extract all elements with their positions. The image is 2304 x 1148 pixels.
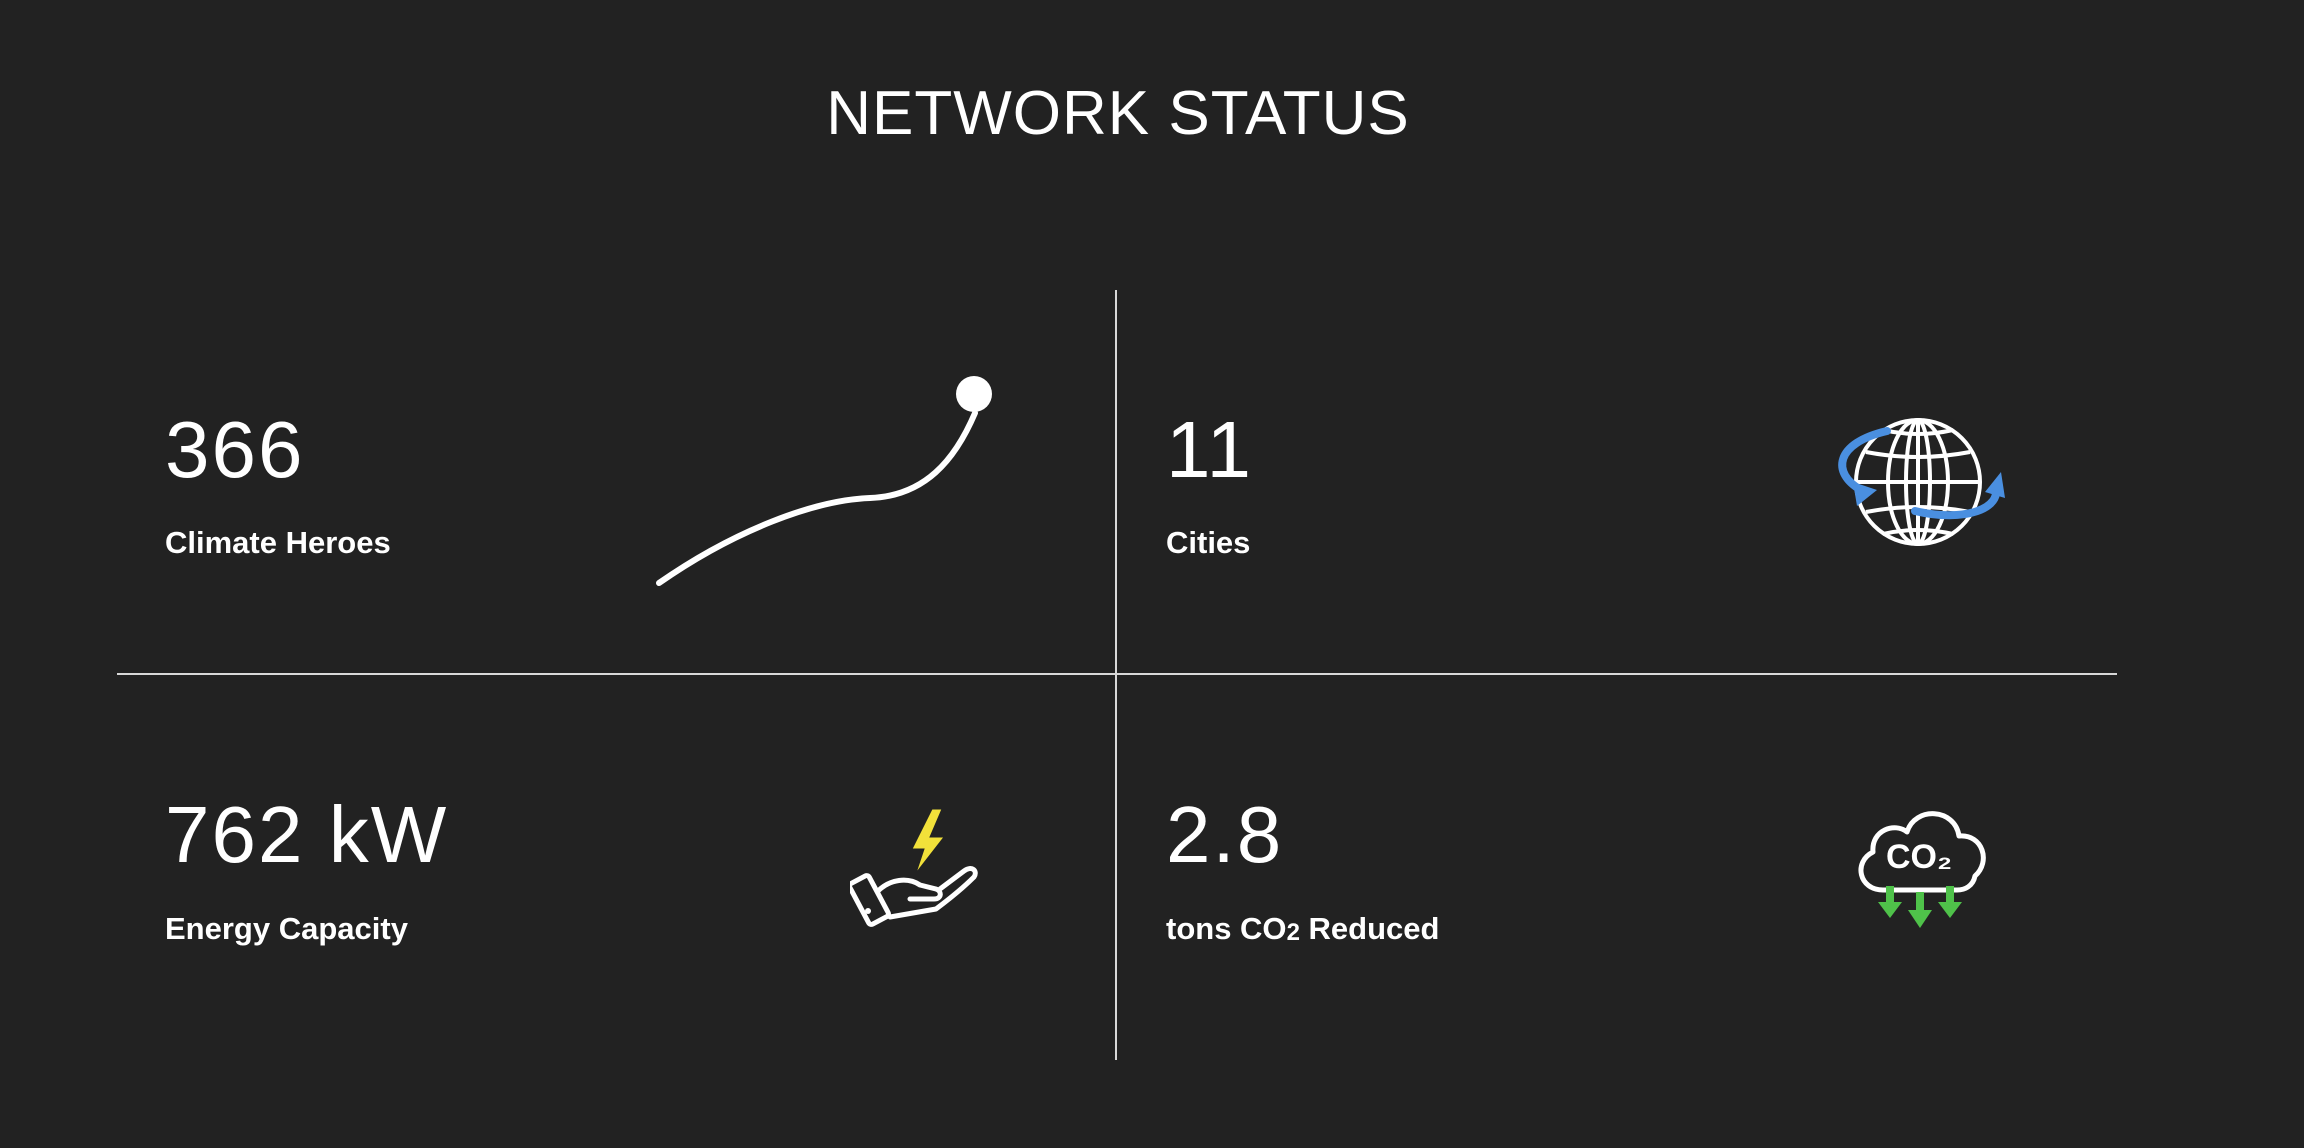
horizontal-divider [117, 673, 2117, 675]
energy-capacity-label: Energy Capacity [165, 911, 408, 946]
co2-reduced-label: tons CO2 Reduced [1166, 911, 1440, 946]
hand-lightning-icon [850, 808, 978, 927]
energy-capacity-value: 762 kW [165, 790, 449, 879]
co2-label-suffix: Reduced [1299, 911, 1440, 946]
cities-label: Cities [1166, 525, 1251, 560]
co2-label-prefix: tons CO [1166, 911, 1287, 946]
globe-icon [1838, 418, 2005, 546]
climate-heroes-value: 366 [165, 405, 305, 494]
co2-reduced-value: 2.8 [1166, 790, 1284, 879]
co2-label-subscript: 2 [1286, 919, 1300, 946]
page-title: NETWORK STATUS [826, 79, 1410, 148]
co2-cloud-icon: CO₂ [1858, 811, 1986, 928]
climate-heroes-label: Climate Heroes [165, 525, 391, 560]
growth-curve-icon [656, 376, 992, 586]
co2-cloud-text: CO₂ [1886, 838, 1952, 876]
vertical-divider [1115, 290, 1117, 1060]
cities-value: 11 [1166, 405, 1254, 494]
